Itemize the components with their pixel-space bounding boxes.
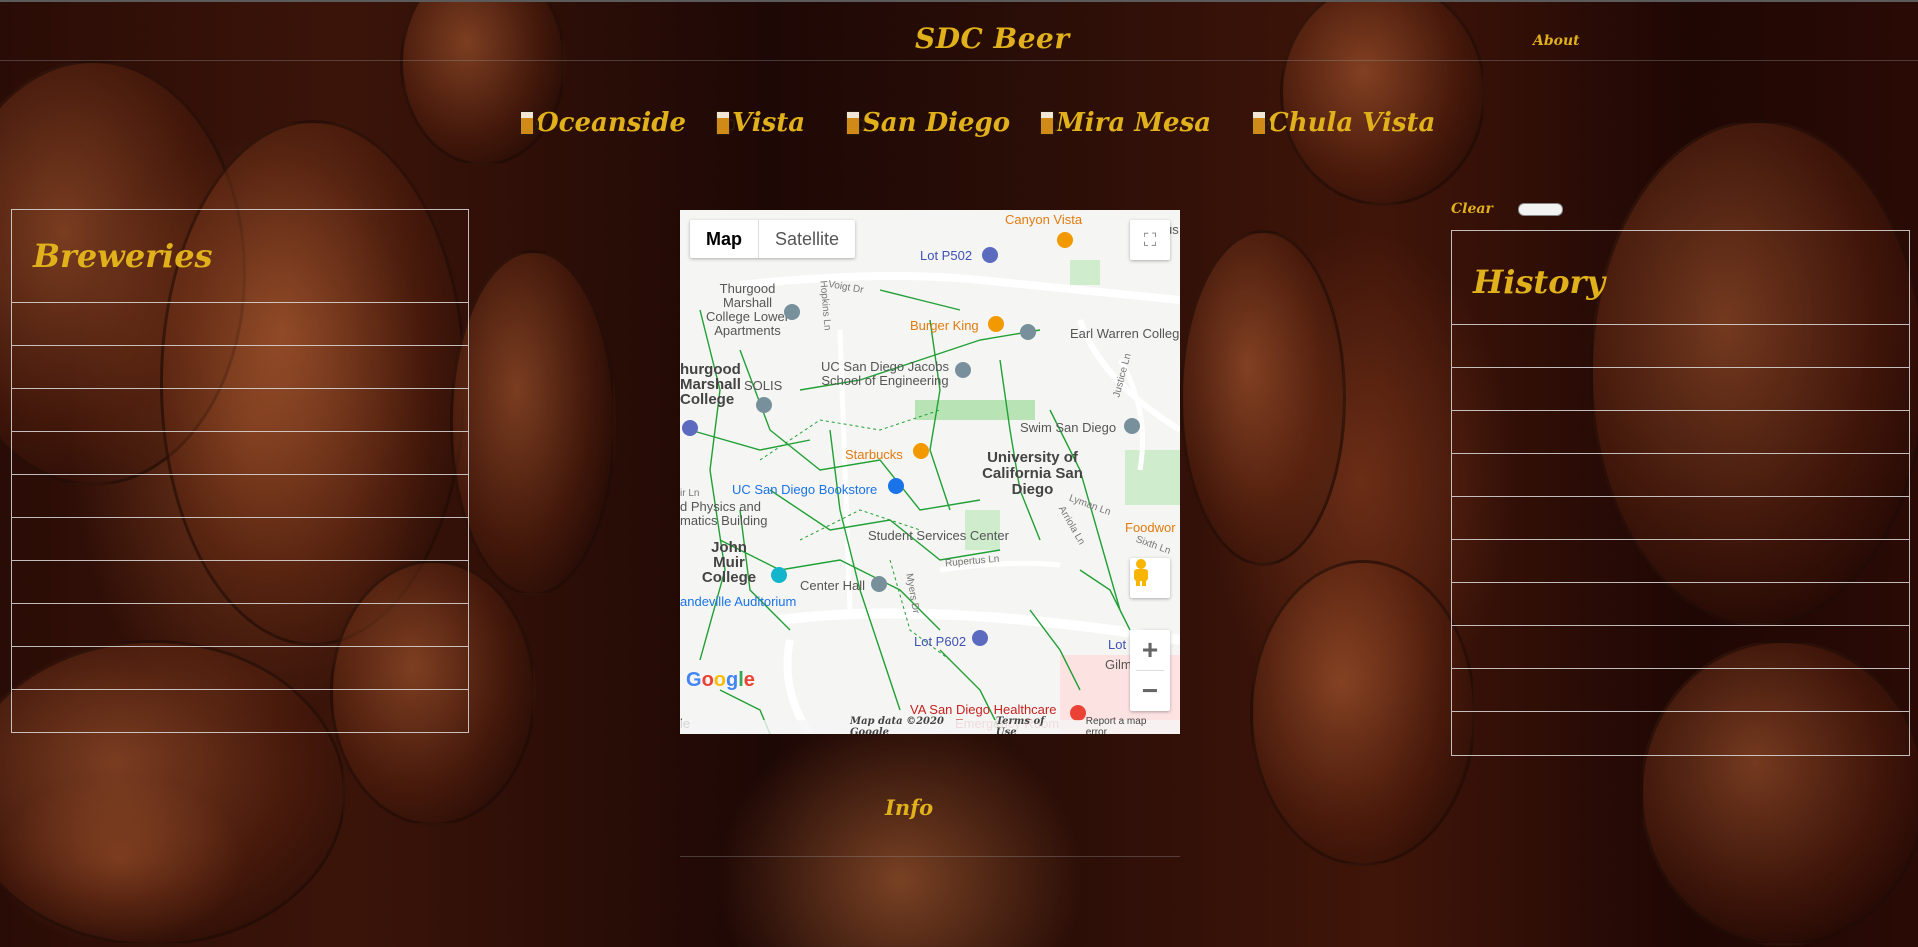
history-panel: History — [1451, 230, 1910, 756]
map-road-label: ir Ln — [680, 488, 700, 499]
map-label: Lot — [1108, 637, 1127, 652]
map-label: Earl Warren College — [1070, 326, 1180, 341]
history-row[interactable] — [1452, 711, 1909, 712]
brand-title[interactable]: SDC Beer — [915, 22, 1070, 55]
barrel-decoration — [1280, 0, 1486, 206]
brewery-row[interactable] — [12, 388, 468, 389]
brewery-row[interactable] — [12, 474, 468, 475]
map-label: Burger King — [910, 318, 979, 333]
map-label: Thurgood Marshall College Lower Apartmen… — [705, 281, 790, 338]
brewery-row[interactable] — [12, 302, 468, 303]
city-label: Mira Mesa — [1056, 108, 1212, 138]
barrel-decoration — [400, 0, 566, 166]
barrel-decoration — [1180, 230, 1346, 566]
city-chula-vista[interactable]: Chula Vista — [1252, 108, 1442, 138]
brewery-row[interactable] — [12, 603, 468, 604]
brewery-row[interactable] — [12, 517, 468, 518]
city-label: Chula Vista — [1268, 108, 1436, 138]
pegman-figure — [1134, 559, 1148, 586]
history-row[interactable] — [1452, 367, 1909, 368]
history-row[interactable] — [1452, 410, 1909, 411]
zoom-out-button[interactable]: − — [1130, 671, 1170, 711]
info-divider — [680, 856, 1180, 857]
city-nav: Oceanside Vista San Diego Mira Mesa Chul… — [520, 108, 1442, 138]
header-divider — [0, 60, 1918, 61]
city-oceanside[interactable]: Oceanside — [520, 108, 716, 138]
history-row[interactable] — [1452, 625, 1909, 626]
map-label: Center Hall — [800, 578, 866, 593]
history-row[interactable] — [1452, 324, 1909, 325]
map-data-text: Map data ©2020 Google — [850, 716, 944, 734]
map-label: Foodwor — [1125, 520, 1176, 535]
map-type-satellite-button[interactable]: Satellite — [759, 220, 855, 258]
beer-mug-icon — [716, 111, 735, 135]
brewery-row[interactable] — [12, 345, 468, 346]
breweries-title: Breweries — [33, 237, 213, 275]
map-label: UC San Diego Bookstore — [732, 482, 878, 497]
brewery-row[interactable] — [12, 560, 468, 561]
map-label: Canyon Vista — [1005, 212, 1083, 227]
beer-mug-icon — [1252, 111, 1271, 135]
google-logo: Google — [686, 669, 755, 691]
city-mira-mesa[interactable]: Mira Mesa — [1040, 108, 1252, 138]
map-label: hurgood Marshall College — [680, 361, 741, 408]
zoom-in-button[interactable]: + — [1130, 630, 1170, 670]
barrel-decoration — [450, 250, 616, 596]
beer-mug-icon — [846, 111, 865, 135]
map-label: Lot P602 — [914, 634, 967, 649]
history-row[interactable] — [1452, 668, 1909, 669]
history-title: History — [1473, 263, 1605, 301]
top-border — [0, 0, 1918, 2]
map-label: John Muir College — [701, 539, 757, 586]
clear-history-button[interactable] — [1518, 203, 1563, 216]
beer-mug-icon — [1040, 111, 1059, 135]
google-map[interactable]: Canyon Vista Lot P502 Thurgood Marshall … — [680, 210, 1180, 734]
fullscreen-icon[interactable]: ⛶ — [1130, 220, 1170, 260]
map-type-control: Map Satellite — [690, 220, 856, 258]
breweries-panel: Breweries — [11, 209, 469, 733]
pegman-icon[interactable] — [1130, 558, 1170, 598]
map-label: Gilm — [1105, 657, 1132, 672]
city-vista[interactable]: Vista — [716, 108, 846, 138]
nav-about-link[interactable]: About — [1533, 33, 1580, 49]
brewery-row[interactable] — [12, 646, 468, 647]
map-type-map-button[interactable]: Map — [690, 220, 759, 258]
map-label: Starbucks — [845, 447, 903, 462]
history-row[interactable] — [1452, 539, 1909, 540]
map-label: SOLIS — [744, 378, 783, 393]
map-label: Lot P502 — [920, 248, 973, 263]
history-row[interactable] — [1452, 496, 1909, 497]
map-label: UC San Diego Jacobs School of Engineerin… — [821, 359, 949, 388]
terms-link[interactable]: Terms of Use — [996, 716, 1060, 734]
barrel-decoration — [1250, 560, 1476, 866]
city-label: Vista — [732, 108, 806, 138]
map-label: Swim San Diego — [1020, 420, 1117, 435]
beer-mug-icon — [520, 111, 539, 135]
map-label: andeville Auditorium — [680, 594, 797, 609]
brewery-row[interactable] — [12, 431, 468, 432]
zoom-control: + − — [1130, 630, 1170, 711]
city-san-diego[interactable]: San Diego — [846, 108, 1040, 138]
map-label: VA San Diego Healthcare — [910, 702, 1057, 717]
clear-label: Clear — [1451, 201, 1493, 217]
history-row[interactable] — [1452, 453, 1909, 454]
map-footer: Map data ©2020 Google Terms of Use Repor… — [680, 716, 1180, 734]
map-label: University of California San Diego — [982, 449, 1083, 498]
report-error-link[interactable]: Report a map error — [1086, 716, 1160, 734]
info-title: Info — [885, 795, 934, 820]
city-label: Oceanside — [536, 108, 687, 138]
history-row[interactable] — [1452, 582, 1909, 583]
brewery-row[interactable] — [12, 689, 468, 690]
city-label: San Diego — [862, 108, 1011, 138]
map-label: Student Services Center — [868, 528, 1009, 543]
map-label: d Physics and matics Building — [680, 499, 768, 528]
